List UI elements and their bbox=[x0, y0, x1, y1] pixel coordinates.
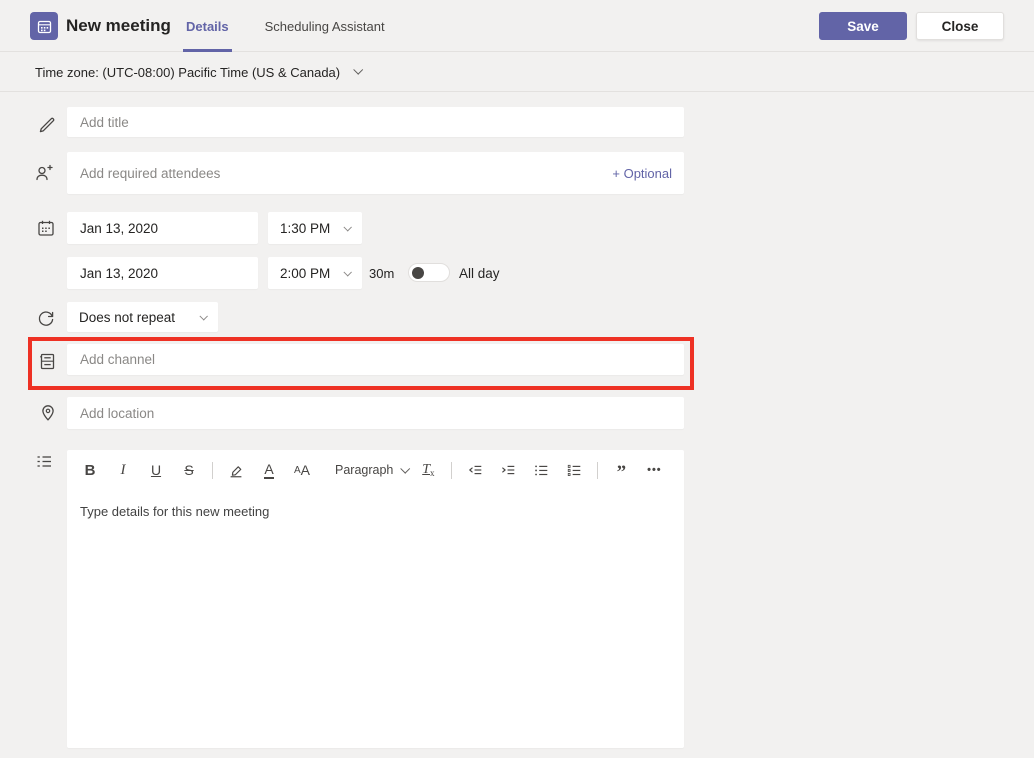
header: New meeting Details Scheduling Assistant… bbox=[0, 0, 1034, 52]
start-time-dropdown[interactable]: 1:30 PM bbox=[268, 212, 362, 244]
formatting-toolbar: B I U S A AA Paragraph Tx bbox=[67, 450, 684, 490]
all-day-label: All day bbox=[459, 257, 500, 289]
timezone-label: Time zone: (UTC-08:00) Pacific Time (US … bbox=[35, 65, 340, 80]
chevron-down-icon bbox=[401, 463, 411, 473]
numbered-list-icon bbox=[565, 461, 583, 479]
tab-scheduling-assistant[interactable]: Scheduling Assistant bbox=[262, 0, 388, 52]
duration-label: 30m bbox=[369, 257, 394, 289]
end-date-field[interactable] bbox=[67, 257, 258, 289]
chevron-down-icon bbox=[353, 65, 363, 75]
repeat-value: Does not repeat bbox=[79, 310, 175, 325]
quote-button[interactable]: ” bbox=[611, 457, 631, 483]
end-date-input[interactable] bbox=[67, 257, 258, 289]
calendar-icon bbox=[36, 218, 56, 238]
bullet-list-button[interactable] bbox=[531, 457, 551, 483]
close-button[interactable]: Close bbox=[916, 12, 1004, 40]
chevron-down-icon bbox=[343, 223, 351, 231]
location-field[interactable] bbox=[67, 397, 684, 429]
paragraph-style-dropdown[interactable]: Paragraph bbox=[335, 457, 408, 483]
strikethrough-button[interactable]: S bbox=[179, 457, 199, 483]
title-field[interactable] bbox=[67, 107, 684, 137]
page-title: New meeting bbox=[66, 0, 171, 52]
attendees-field[interactable]: + Optional bbox=[67, 152, 684, 194]
pencil-icon bbox=[37, 113, 57, 133]
attendees-input[interactable] bbox=[67, 152, 684, 194]
channel-icon bbox=[37, 351, 57, 371]
font-color-button[interactable]: A bbox=[259, 457, 279, 483]
more-options-button[interactable]: ••• bbox=[644, 457, 664, 483]
indent-icon bbox=[499, 461, 517, 479]
highlighter-icon bbox=[227, 461, 245, 479]
underline-button[interactable]: U bbox=[146, 457, 166, 483]
title-input[interactable] bbox=[67, 107, 684, 137]
outdent-button[interactable] bbox=[465, 457, 485, 483]
toolbar-divider bbox=[212, 462, 213, 479]
toggle-knob bbox=[412, 267, 424, 279]
repeat-dropdown[interactable]: Does not repeat bbox=[67, 302, 218, 332]
start-date-field[interactable] bbox=[67, 212, 258, 244]
header-actions: Save Close bbox=[819, 12, 1004, 40]
channel-field[interactable] bbox=[67, 344, 684, 375]
tab-details[interactable]: Details bbox=[183, 0, 232, 52]
channel-input[interactable] bbox=[67, 344, 684, 375]
meeting-details-editor: B I U S A AA Paragraph Tx bbox=[67, 450, 684, 748]
clear-formatting-button[interactable]: Tx bbox=[418, 457, 438, 483]
highlight-button[interactable] bbox=[226, 457, 246, 483]
end-time-value: 2:00 PM bbox=[280, 266, 330, 281]
details-editor-body[interactable]: Type details for this new meeting bbox=[67, 490, 684, 533]
bullet-list-icon bbox=[532, 461, 550, 479]
save-button[interactable]: Save bbox=[819, 12, 907, 40]
italic-button[interactable]: I bbox=[113, 457, 133, 483]
font-size-button[interactable]: AA bbox=[292, 457, 312, 483]
toolbar-divider bbox=[597, 462, 598, 479]
start-time-value: 1:30 PM bbox=[280, 221, 330, 236]
add-optional-attendees-link[interactable]: + Optional bbox=[612, 166, 672, 181]
toolbar-divider bbox=[451, 462, 452, 479]
all-day-toggle[interactable] bbox=[408, 263, 450, 282]
agenda-icon bbox=[34, 451, 54, 471]
numbered-list-button[interactable] bbox=[564, 457, 584, 483]
calendar-app-icon bbox=[30, 12, 58, 40]
timezone-selector[interactable]: Time zone: (UTC-08:00) Pacific Time (US … bbox=[0, 53, 1034, 92]
chevron-down-icon bbox=[343, 268, 351, 276]
location-pin-icon bbox=[38, 403, 58, 423]
outdent-icon bbox=[466, 461, 484, 479]
repeat-icon bbox=[36, 308, 56, 328]
calendar-glyph-icon bbox=[36, 18, 53, 35]
indent-button[interactable] bbox=[498, 457, 518, 483]
tab-bar: Details Scheduling Assistant bbox=[183, 0, 418, 52]
add-attendee-icon bbox=[34, 163, 54, 183]
end-time-dropdown[interactable]: 2:00 PM bbox=[268, 257, 362, 289]
new-meeting-dialog: New meeting Details Scheduling Assistant… bbox=[0, 0, 1034, 758]
chevron-down-icon bbox=[199, 312, 207, 320]
location-input[interactable] bbox=[67, 397, 684, 429]
start-date-input[interactable] bbox=[67, 212, 258, 244]
bold-button[interactable]: B bbox=[80, 457, 100, 483]
